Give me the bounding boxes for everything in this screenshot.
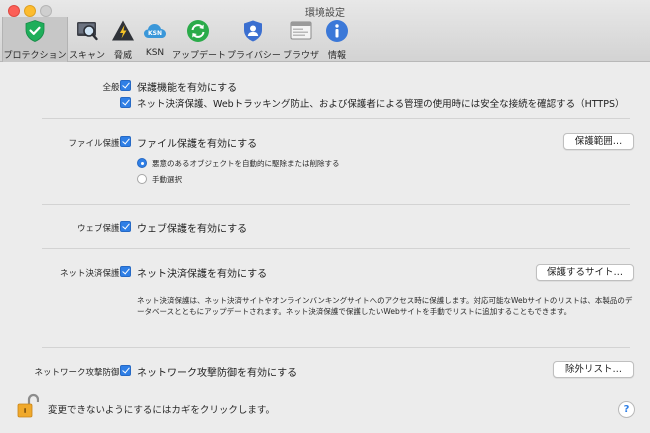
tab-browser-label: ブラウザ [282,51,319,61]
safe-money-label: ネット決済保護： [59,269,128,279]
protection-scope-button[interactable]: 保護範囲… [563,133,634,150]
enable-protection-checkbox[interactable] [120,80,131,91]
tab-browser[interactable]: ブラウザ [282,17,320,62]
network-attack-text: ネットワーク攻撃防御を有効にする [137,368,298,379]
help-button[interactable]: ? [618,401,635,418]
tab-threats[interactable]: 脅威 [108,17,138,62]
shield-check-icon [25,20,45,42]
auto-disinfect-radio[interactable] [137,158,147,168]
auto-disinfect-text: 悪意のあるオブジェクトを自動的に駆除または削除する [152,159,340,168]
separator [42,248,630,249]
tab-scan[interactable]: スキャン [68,17,106,62]
manual-select-text: 手動選択 [152,175,182,184]
tab-info-label: 情報 [327,51,346,61]
safe-money-text: ネット決済保護を有効にする [137,269,268,280]
tab-privacy-label: プライバシー [227,51,281,61]
web-protection-checkbox[interactable] [120,221,131,232]
lock-icon[interactable] [17,393,39,419]
scan-magnifier-icon [77,22,98,41]
separator [42,204,630,205]
update-arrows-icon [187,20,209,42]
title-bar: 環境設定 プロテクション スキャン 脅威 KSN KSN アップデート プライバ… [0,0,650,62]
threat-warning-icon [112,20,134,41]
file-protection-text: ファイル保護を有効にする [137,139,258,150]
tab-update-label: アップデート [172,51,227,61]
info-icon [326,20,348,42]
protected-sites-button[interactable]: 保護するサイト… [536,264,634,281]
lock-hint-text: 変更できないようにするにはカギをクリックします。 [48,405,275,416]
safe-money-checkbox[interactable] [120,266,131,277]
tab-scan-label: スキャン [68,51,105,61]
svg-text:KSN: KSN [148,30,162,37]
separator [42,347,630,348]
secure-connection-checkbox[interactable] [120,97,131,108]
network-attack-checkbox[interactable] [120,365,131,376]
preferences-window: 環境設定 プロテクション スキャン 脅威 KSN KSN アップデート プライバ… [0,0,650,433]
tab-ksn-label: KSN [145,48,165,58]
enable-protection-text: 保護機能を有効にする [137,83,238,94]
secure-connection-text: ネット決済保護、Webトラッキング防止、および保護者による管理の使用時には安全な… [137,99,625,110]
tab-update[interactable]: アップデート [172,17,227,62]
tab-protection[interactable]: プロテクション [2,17,68,62]
privacy-person-icon [244,20,262,42]
tab-ksn[interactable]: KSN KSN [140,17,170,62]
exclusions-button[interactable]: 除外リスト… [553,361,634,378]
tab-threats-label: 脅威 [113,51,132,61]
separator [42,118,630,119]
manual-select-radio[interactable] [137,174,147,184]
ksn-cloud-icon: KSN [144,24,166,38]
file-protection-checkbox[interactable] [120,136,131,147]
tab-privacy[interactable]: プライバシー [227,17,281,62]
tab-protection-label: プロテクション [3,51,67,61]
tab-info[interactable]: 情報 [322,17,352,62]
network-attack-label: ネットワーク攻撃防御： [34,368,128,378]
browser-window-icon [290,21,312,40]
safe-money-description: ネット決済保護は、ネット決済サイトやオンラインバンキングサイトへのアクセス時に保… [137,296,633,316]
web-protection-text: ウェブ保護を有効にする [137,224,248,235]
